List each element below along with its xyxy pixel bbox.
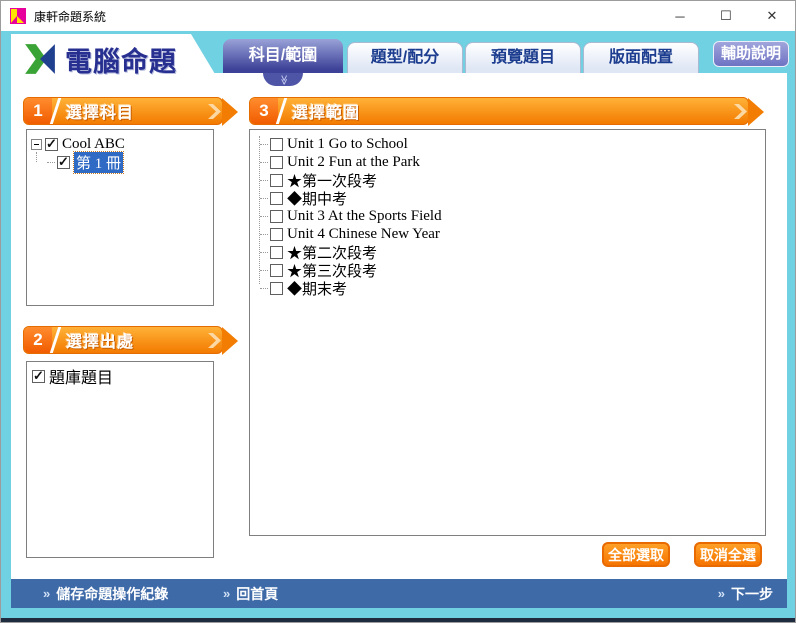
tree-rail (259, 136, 260, 284)
banner-arrow-cap (222, 327, 238, 355)
list-item: ◆期末考 (260, 278, 765, 299)
tree-connector (47, 161, 55, 163)
tree-item-label-selected[interactable]: 第 1 冊 (72, 150, 125, 174)
section-number: 3 (250, 98, 278, 124)
tree-collapse-icon[interactable] (31, 138, 42, 150)
tree-connector (260, 269, 268, 271)
window-title: 康軒命題系統 (34, 9, 107, 24)
tab-question-types[interactable]: 題型/配分 (347, 42, 463, 73)
chevron-right-icon: » (717, 586, 725, 601)
help-button[interactable]: 輔助說明 (713, 41, 789, 67)
section-title: 選擇科目 (66, 105, 135, 122)
checkbox[interactable] (270, 227, 283, 241)
checkbox[interactable] (45, 136, 58, 152)
list-item: ★第三次段考 (260, 261, 765, 280)
list-item: ★第二次段考 (260, 243, 765, 262)
checkbox[interactable] (270, 263, 283, 277)
maximize-button[interactable]: ☐ (703, 1, 749, 31)
app-window: 康軒命題系統 ─ ☐ ✕ 電腦命題 科目/範圍 題型/配分 預覽題目 版面配置 … (0, 0, 796, 623)
tab-preview-questions[interactable]: 預覽題目 (465, 42, 581, 73)
checkbox[interactable] (270, 137, 283, 151)
select-all-button[interactable]: 全部選取 (602, 542, 670, 567)
minimize-button[interactable]: ─ (657, 1, 703, 31)
list-item-label[interactable]: 題庫題目 (49, 364, 113, 388)
tab-subject-range[interactable]: 科目/範圍 (223, 39, 343, 73)
app-logo-icon-small (10, 8, 26, 24)
close-button[interactable]: ✕ (749, 1, 795, 31)
chevron-right-icon: » (43, 586, 51, 601)
list-item: Unit 4 Chinese New Year (260, 225, 765, 243)
save-record-link[interactable]: » 儲存命題操作紀錄 (43, 579, 168, 608)
tree-rail (36, 152, 37, 162)
tree-row-root: Cool ABC (31, 135, 209, 153)
app-logo-icon (25, 44, 55, 74)
home-label: 回首頁 (236, 585, 279, 602)
deselect-all-button[interactable]: 取消全選 (694, 542, 762, 567)
checkbox[interactable] (270, 281, 283, 295)
home-link[interactable]: » 回首頁 (223, 579, 278, 608)
section-number: 1 (24, 98, 52, 124)
tree-connector (260, 215, 268, 217)
checkbox[interactable] (270, 209, 283, 223)
tree-row-child: 第 1 冊 (47, 150, 209, 174)
subject-tree-box: Cool ABC 第 1 冊 (26, 129, 214, 306)
range-list-box: Unit 1 Go to School Unit 2 Fun at the Pa… (249, 129, 766, 536)
checkbox[interactable] (32, 368, 45, 384)
tree-item-label[interactable]: Cool ABC (62, 136, 125, 153)
checkbox[interactable] (270, 245, 283, 259)
tree-connector (260, 143, 268, 145)
footer-bar: » 儲存命題操作紀錄 » 回首頁 » 下一步 (11, 579, 787, 608)
chevron-right-icon (208, 333, 221, 348)
banner-arrow-cap (748, 98, 764, 126)
frame-bottom-strip (1, 608, 795, 618)
next-step-label: 下一步 (731, 585, 773, 602)
logo-panel: 電腦命題 (11, 34, 221, 84)
chevron-right-icon: » (223, 586, 231, 601)
save-record-label: 儲存命題操作紀錄 (56, 585, 169, 602)
checkbox[interactable] (270, 155, 283, 169)
list-item: Unit 3 At the Sports Field (260, 207, 765, 225)
section-range-banner: 3 選擇範圍 (249, 97, 764, 126)
chevron-right-icon (734, 104, 747, 119)
list-item-label[interactable]: ◆期中考 (287, 188, 347, 209)
page-title: 電腦命題 (65, 46, 177, 77)
tree-connector (260, 233, 268, 235)
list-item-label[interactable]: Unit 2 Fun at the Park (287, 154, 420, 171)
source-list-box: 題庫題目 (26, 361, 214, 558)
list-item: Unit 2 Fun at the Park (260, 153, 765, 171)
list-item: ◆期中考 (260, 188, 765, 209)
next-step-link[interactable]: » 下一步 (718, 579, 773, 608)
list-item-label[interactable]: ◆期末考 (287, 278, 347, 299)
checkbox[interactable] (57, 154, 70, 170)
list-item-label[interactable]: Unit 1 Go to School (287, 136, 408, 153)
banner-arrow-cap (222, 98, 238, 126)
chevron-right-icon (208, 104, 221, 119)
list-item: ★第一次段考 (260, 171, 765, 190)
section-subject-banner: 1 選擇科目 (23, 97, 238, 126)
checkbox[interactable] (270, 191, 283, 205)
taskbar-edge (1, 618, 795, 622)
tree-connector (260, 251, 268, 253)
tab-layout[interactable]: 版面配置 (583, 42, 699, 73)
section-number: 2 (24, 327, 52, 353)
section-title: 選擇出處 (66, 334, 135, 351)
list-item-label[interactable]: Unit 4 Chinese New Year (287, 226, 440, 243)
list-item: Unit 1 Go to School (260, 135, 765, 153)
section-title: 選擇範圍 (292, 105, 361, 122)
section-source-banner: 2 選擇出處 (23, 326, 238, 355)
tree-connector (260, 287, 268, 289)
tree-connector (260, 179, 268, 181)
tree-connector (260, 161, 268, 163)
tree-connector (260, 197, 268, 199)
checkbox[interactable] (270, 173, 283, 187)
title-bar: 康軒命題系統 ─ ☐ ✕ (1, 1, 795, 31)
double-chevron-down-icon: ≫ (278, 74, 289, 85)
list-item-label[interactable]: Unit 3 At the Sports Field (287, 208, 442, 225)
list-item: 題庫題目 (32, 364, 208, 388)
